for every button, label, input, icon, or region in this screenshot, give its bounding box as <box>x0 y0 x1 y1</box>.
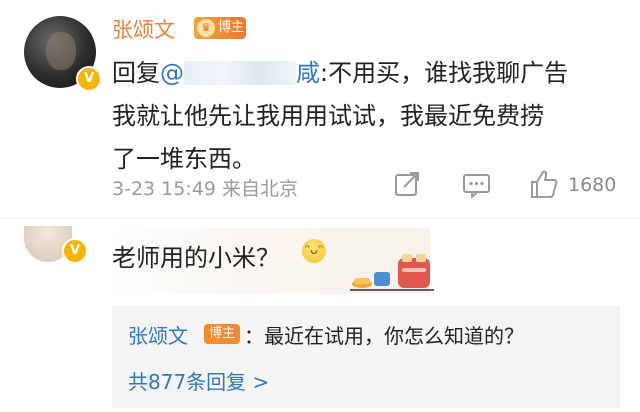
reply-author-badge: 博主 <box>204 324 240 344</box>
post-text-line1: :不用买，谁找我聊广告 <box>320 59 569 87</box>
breakfast-sticker-icon <box>350 254 434 291</box>
like-icon[interactable] <box>528 168 560 200</box>
comment-icon[interactable] <box>462 172 492 198</box>
verified-badge-icon: V <box>62 238 88 264</box>
timestamp: 3-23 15:49 <box>112 178 216 200</box>
share-icon[interactable] <box>394 171 422 197</box>
comment-text: 老师用的小米？ <box>112 244 280 272</box>
post-body: 回复@ 咸:不用买，谁找我聊广告 我就让他先让我用用试试，我最近免费捞 了一堆东西… <box>112 52 612 181</box>
author-badge: ♛ 博主 <box>194 17 246 39</box>
like-count: 1680 <box>568 174 617 196</box>
location-source: 来自北京 <box>221 178 298 200</box>
reply-author[interactable]: 张颂文 <box>128 320 188 349</box>
grin-emoji-icon: ᵔᴗᵔ <box>302 239 326 263</box>
reply-prefix: 回复 <box>112 59 160 87</box>
crown-icon: ♛ <box>197 19 215 37</box>
author-badge-label: 博主 <box>218 20 245 35</box>
view-all-replies-link[interactable]: 共877条回复 > <box>128 366 269 395</box>
post-meta: 3-23 15:49 来自北京 <box>112 174 298 201</box>
divider <box>0 218 640 219</box>
mention-link[interactable]: @ 咸 <box>160 59 320 87</box>
reply-text: ：最近在试用，你怎么知道的？ <box>244 324 524 348</box>
author-name[interactable]: 张颂文 <box>112 14 175 44</box>
verified-badge-icon: V <box>76 66 102 92</box>
post-text-line2: 我就让他先让我用用试试，我最近免费捞 <box>112 102 544 130</box>
blurred-username <box>184 61 296 85</box>
